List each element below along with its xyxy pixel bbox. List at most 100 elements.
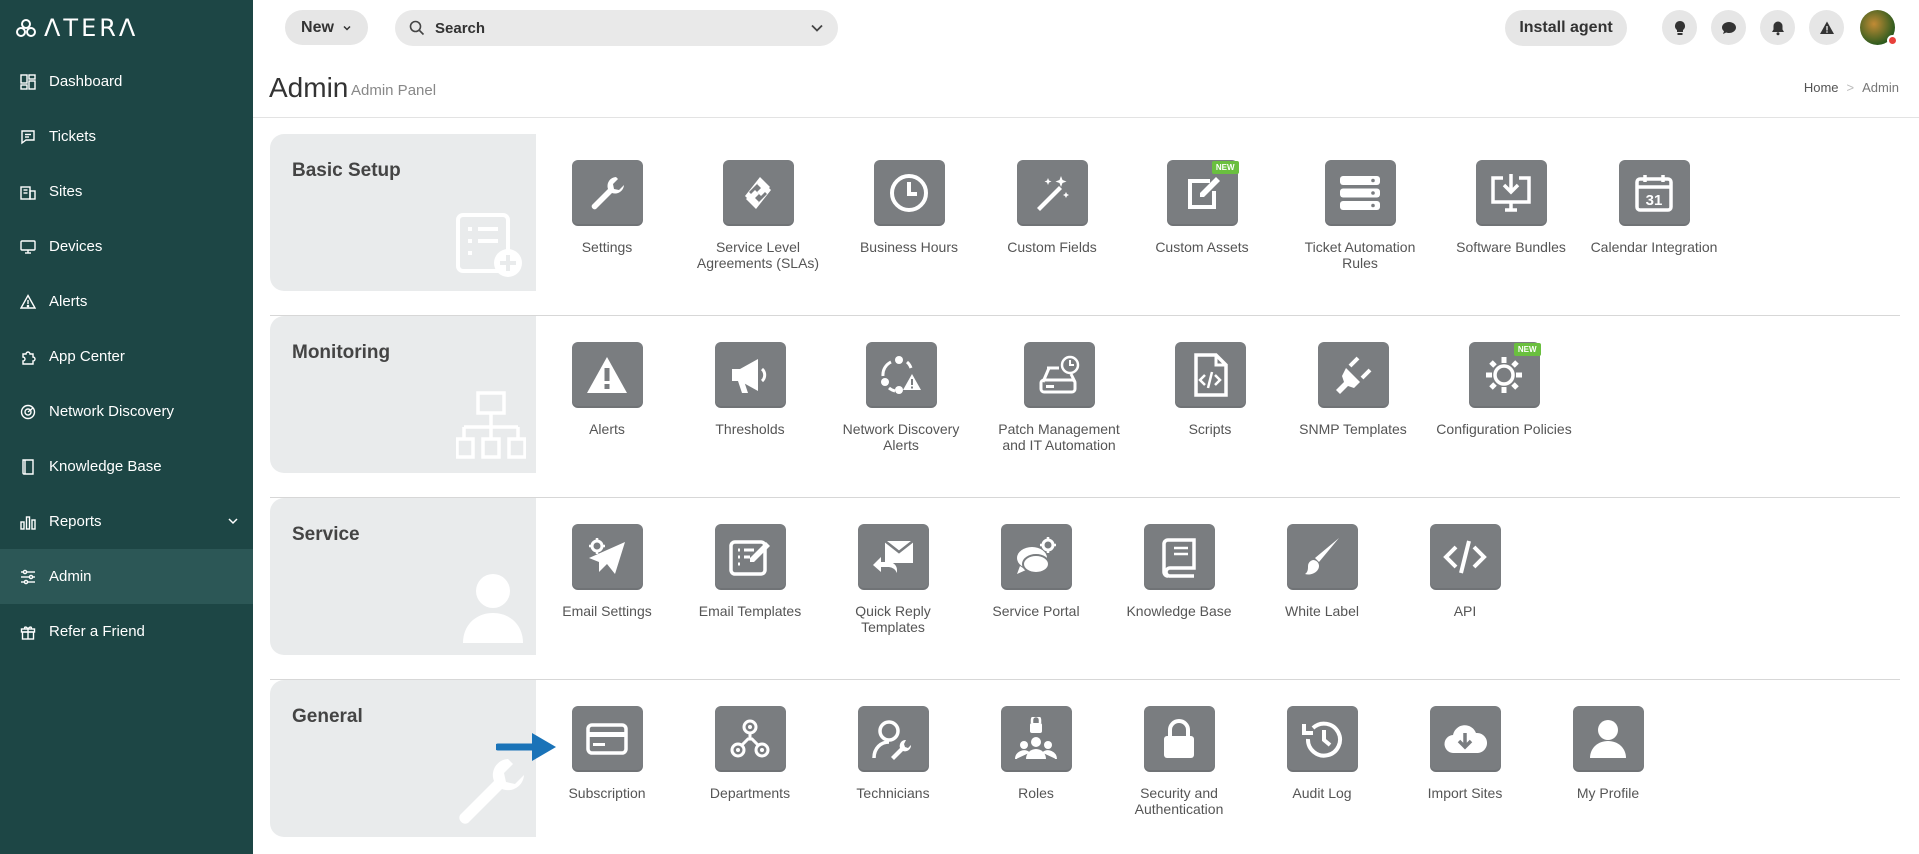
new-button-label: New xyxy=(301,18,334,36)
sidebar-item-admin[interactable]: Admin xyxy=(0,549,253,604)
network-alert-icon xyxy=(881,356,921,394)
tile-label: Network Discovery Alerts xyxy=(842,421,960,453)
tile-label: Calendar Integration xyxy=(1590,239,1718,255)
new-button[interactable]: New xyxy=(285,10,368,45)
tile-email-templates[interactable]: Email Templates xyxy=(680,524,820,619)
tile-icon-box xyxy=(722,160,794,226)
tile-service-portal[interactable]: Service Portal xyxy=(966,524,1106,619)
tile-snmp-templates[interactable]: SNMP Templates xyxy=(1283,342,1423,437)
tile-api[interactable]: API xyxy=(1395,524,1535,619)
tile-label: Knowledge Base xyxy=(1126,603,1232,619)
search-bar[interactable]: Search xyxy=(395,10,838,46)
new-badge: NEW xyxy=(1211,161,1239,174)
section-header: Monitoring xyxy=(270,316,536,473)
tile-icon-box xyxy=(1429,706,1501,772)
tile-custom-assets[interactable]: NEW Custom Assets xyxy=(1132,160,1272,255)
sidebar-item-knowledge-base[interactable]: Knowledge Base xyxy=(0,439,253,494)
sidebar-item-reports[interactable]: Reports xyxy=(0,494,253,549)
tile-knowledge-base[interactable]: Knowledge Base xyxy=(1109,524,1249,619)
sidebar-item-label: Sites xyxy=(49,183,83,200)
tile-email-settings[interactable]: Email Settings xyxy=(537,524,677,619)
wrench-icon xyxy=(459,759,524,824)
tile-custom-fields[interactable]: Custom Fields xyxy=(982,160,1122,255)
tile-label: Thresholds xyxy=(715,421,785,437)
tile-ticket-automation-rules[interactable]: Ticket Automation Rules xyxy=(1290,160,1430,271)
tile-label: SNMP Templates xyxy=(1299,421,1407,437)
tile-software-bundles[interactable]: Software Bundles xyxy=(1441,160,1581,255)
sidebar-item-refer-a-friend[interactable]: Refer a Friend xyxy=(0,604,253,659)
tile-slas[interactable]: Service Level Agreements (SLAs) xyxy=(688,160,828,271)
tile-calendar-integration[interactable]: 31 Calendar Integration xyxy=(1584,160,1724,255)
tile-patch-management[interactable]: Patch Management and IT Automation xyxy=(989,342,1129,453)
sidebar-item-dashboard[interactable]: Dashboard xyxy=(0,54,253,109)
tile-label: Technicians xyxy=(856,785,930,801)
breadcrumb-home[interactable]: Home xyxy=(1804,80,1839,95)
tile-icon-box xyxy=(1286,706,1358,772)
header-divider xyxy=(253,117,1919,118)
tile-icon-box xyxy=(714,706,786,772)
tile-departments[interactable]: Departments xyxy=(680,706,820,801)
send-gear-icon xyxy=(589,538,625,574)
tile-import-sites[interactable]: Import Sites xyxy=(1395,706,1535,801)
tile-audit-log[interactable]: Audit Log xyxy=(1252,706,1392,801)
dashboard-icon xyxy=(18,72,38,92)
tile-quick-reply-templates[interactable]: Quick Reply Templates xyxy=(823,524,963,635)
sidebar-item-sites[interactable]: Sites xyxy=(0,164,253,219)
sidebar-item-label: Devices xyxy=(49,238,103,255)
gear-icon xyxy=(1486,357,1522,393)
tile-network-discovery-alerts[interactable]: Network Discovery Alerts xyxy=(831,342,971,453)
warning-icon[interactable] xyxy=(1809,10,1844,45)
tile-icon-box xyxy=(1000,524,1072,590)
tile-icon-box xyxy=(1324,160,1396,226)
tile-my-profile[interactable]: My Profile xyxy=(1538,706,1678,801)
tile-icon-box xyxy=(1143,706,1215,772)
chevron-down-icon[interactable] xyxy=(810,21,824,35)
tile-roles[interactable]: Roles xyxy=(966,706,1106,801)
tile-label: Security and Authentication xyxy=(1134,785,1224,817)
chat-icon[interactable] xyxy=(1711,10,1746,45)
warning-icon xyxy=(587,357,627,393)
tile-label: Email Templates xyxy=(698,603,802,619)
wrench-icon xyxy=(591,177,624,210)
tile-icon-box xyxy=(857,524,929,590)
tile-label: API xyxy=(1453,603,1477,619)
tile-configuration-policies[interactable]: NEW Configuration Policies xyxy=(1434,342,1574,437)
tile-scripts[interactable]: Scripts xyxy=(1140,342,1280,437)
tile-label: Audit Log xyxy=(1292,785,1352,801)
sidebar-item-tickets[interactable]: Tickets xyxy=(0,109,253,164)
atera-logo[interactable]: ΛTERΛ xyxy=(16,14,138,42)
sidebar-item-label: Network Discovery xyxy=(49,403,175,420)
sidebar-item-network-discovery[interactable]: Network Discovery xyxy=(0,384,253,439)
sidebar-item-alerts[interactable]: Alerts xyxy=(0,274,253,329)
tile-thresholds[interactable]: Thresholds xyxy=(680,342,820,437)
tile-icon-box xyxy=(1286,524,1358,590)
megaphone-icon xyxy=(732,359,767,393)
tile-white-label[interactable]: White Label xyxy=(1252,524,1392,619)
download-monitor-icon xyxy=(1491,174,1531,212)
search-icon xyxy=(409,20,425,36)
tile-label: Subscription xyxy=(568,785,646,801)
sidebar-nav: Dashboard Tickets Sites Devices Alerts A… xyxy=(0,54,253,659)
sidebar-item-devices[interactable]: Devices xyxy=(0,219,253,274)
tile-settings[interactable]: Settings xyxy=(537,160,677,255)
avatar[interactable] xyxy=(1860,10,1898,46)
sidebar-item-label: Tickets xyxy=(49,128,96,145)
tile-security-and-authentication[interactable]: Security and Authentication xyxy=(1109,706,1249,817)
building-icon xyxy=(18,182,38,202)
technician-icon xyxy=(872,720,912,760)
chevron-down-icon[interactable] xyxy=(227,514,239,531)
install-agent-button[interactable]: Install agent xyxy=(1505,10,1627,46)
tile-alerts[interactable]: Alerts xyxy=(537,342,677,437)
search-label: Search xyxy=(435,19,486,37)
tile-business-hours[interactable]: Business Hours xyxy=(839,160,979,255)
section-header: Service xyxy=(270,498,536,655)
lightbulb-icon[interactable] xyxy=(1662,10,1697,45)
bell-icon[interactable] xyxy=(1760,10,1795,45)
tile-icon-box xyxy=(1572,706,1644,772)
tile-label: Settings xyxy=(581,239,633,255)
sidebar-item-label: Alerts xyxy=(49,293,88,310)
tile-label: Service Portal xyxy=(992,603,1080,619)
sidebar-item-app-center[interactable]: App Center xyxy=(0,329,253,384)
status-dot xyxy=(1887,35,1898,46)
tile-technicians[interactable]: Technicians xyxy=(823,706,963,801)
